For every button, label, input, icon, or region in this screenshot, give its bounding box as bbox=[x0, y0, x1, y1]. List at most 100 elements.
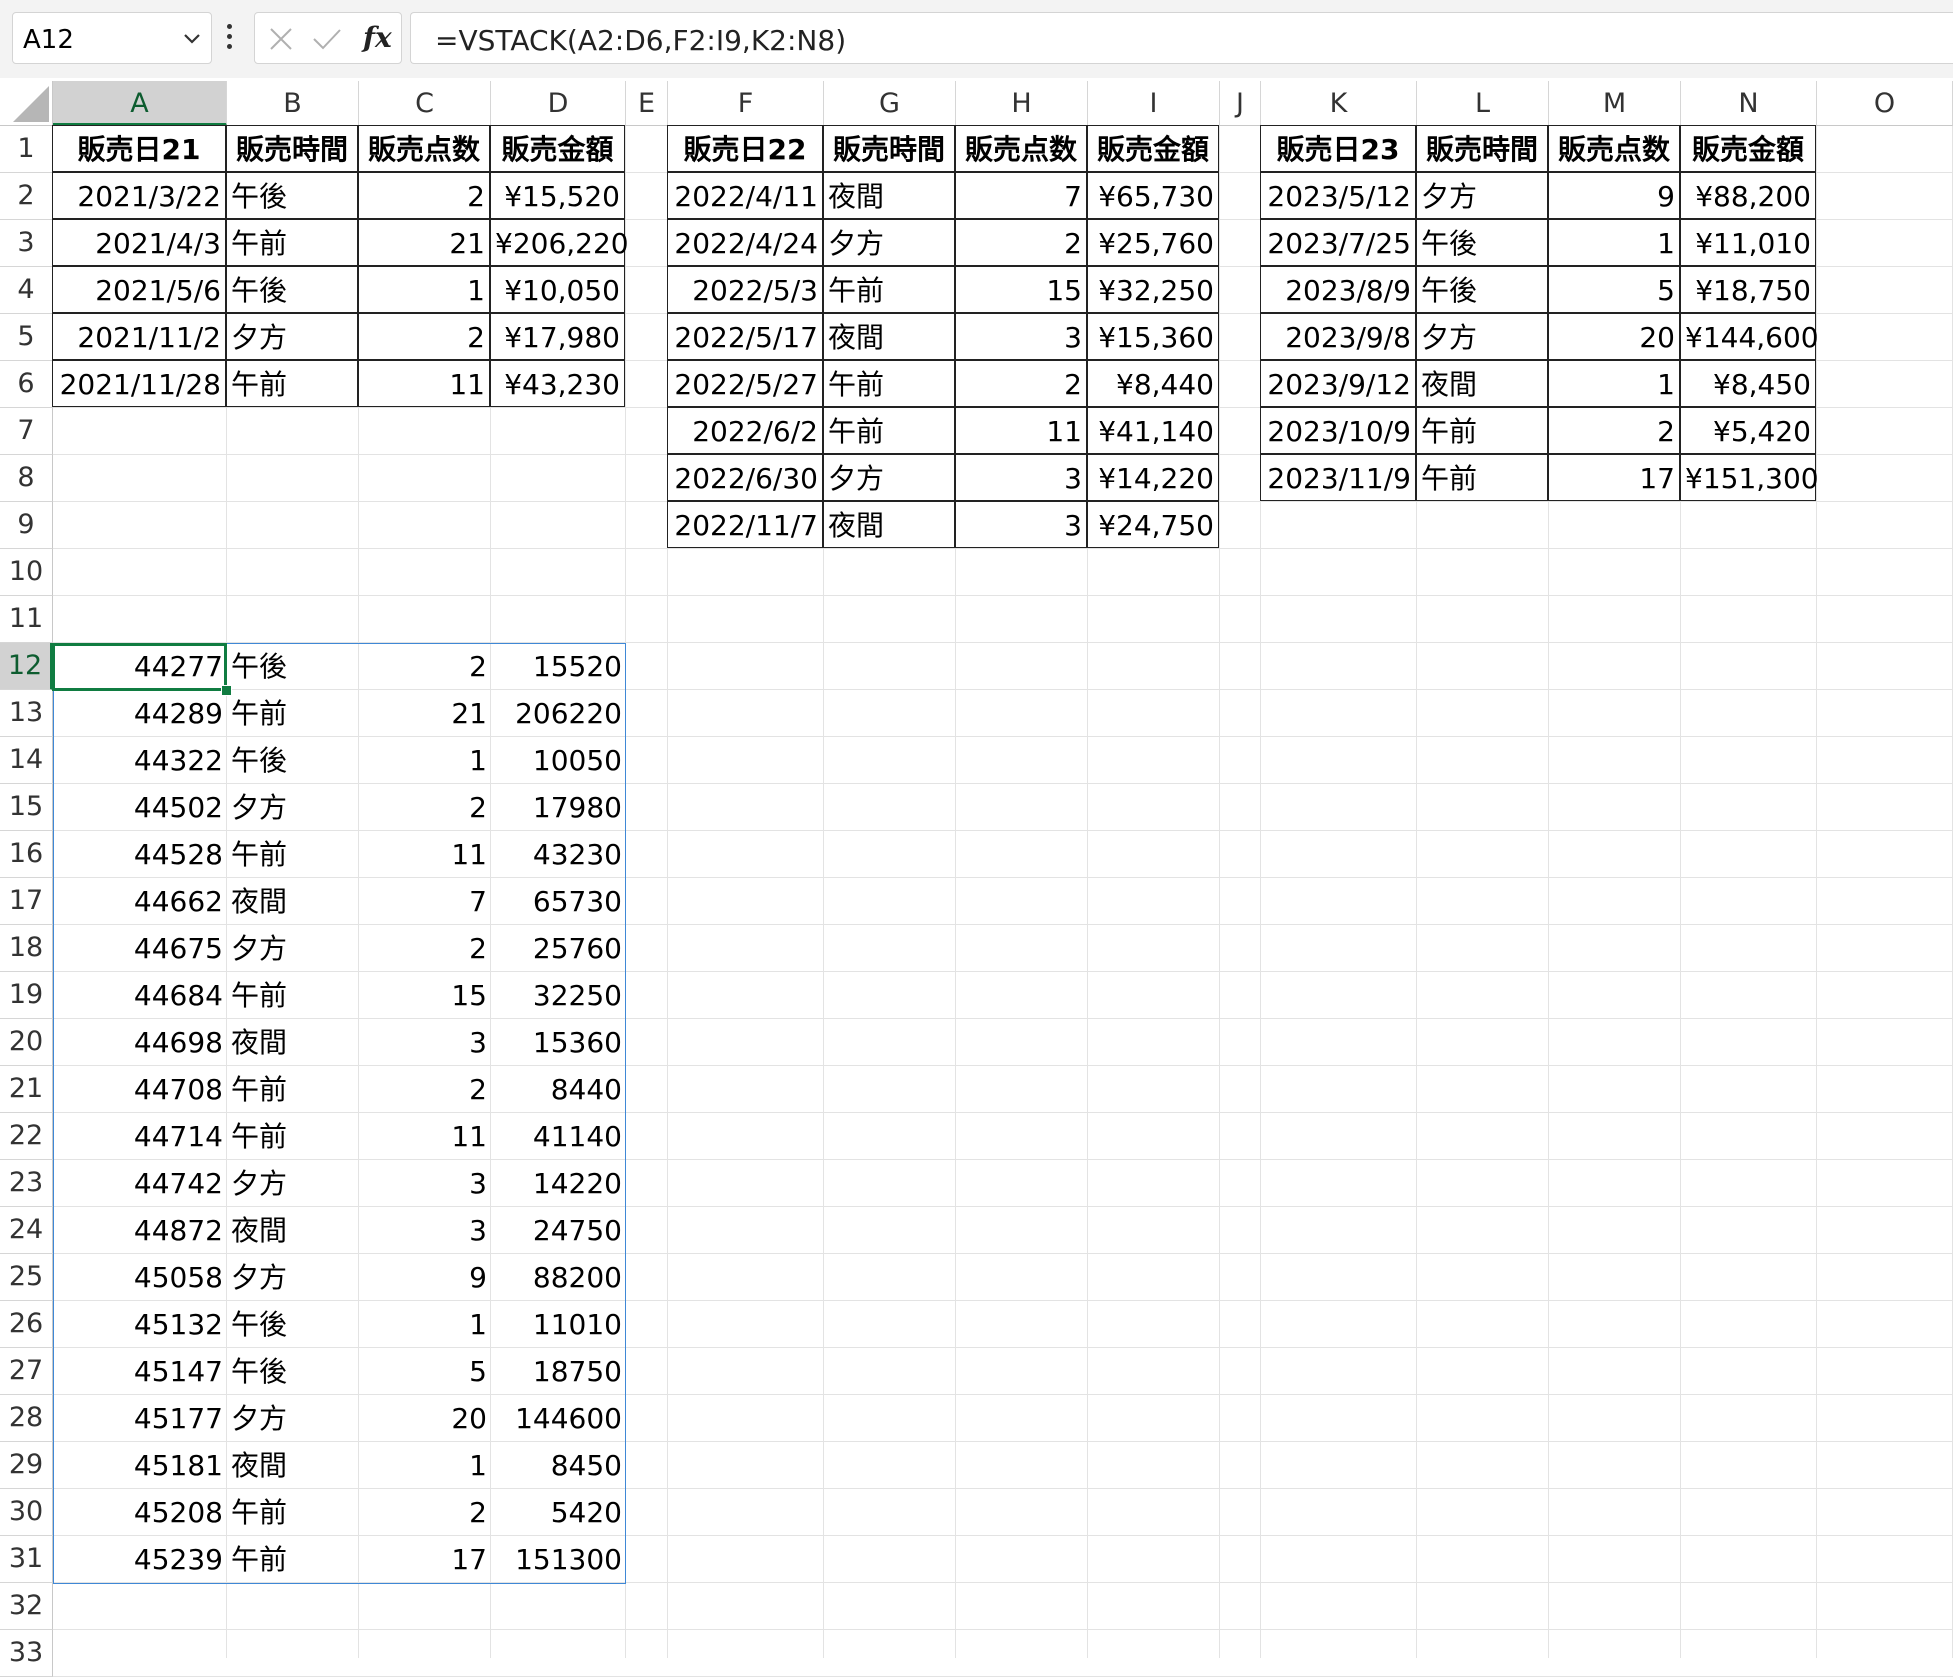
spill-cell[interactable]: 7 bbox=[359, 878, 491, 925]
spill-cell[interactable]: 午後 bbox=[227, 643, 359, 690]
table22-cell[interactable]: ¥24,750 bbox=[1087, 501, 1219, 548]
table23-cell[interactable]: 午後 bbox=[1416, 219, 1548, 266]
table21-cell[interactable]: 1 bbox=[358, 266, 490, 313]
spill-cell[interactable]: 2 bbox=[359, 1489, 491, 1536]
spill-cell[interactable]: 144600 bbox=[491, 1395, 626, 1442]
column-header-N[interactable]: N bbox=[1681, 81, 1817, 126]
spill-cell[interactable]: 17 bbox=[359, 1536, 491, 1583]
spill-cell[interactable]: 43230 bbox=[491, 831, 626, 878]
insert-function-icon[interactable]: fx bbox=[363, 21, 392, 54]
table23-cell[interactable]: 2 bbox=[1548, 407, 1680, 454]
fill-handle[interactable] bbox=[221, 685, 232, 696]
spill-cell[interactable]: 45239 bbox=[53, 1536, 227, 1583]
spill-cell[interactable]: 夕方 bbox=[227, 925, 359, 972]
table23-cell[interactable]: 2023/10/9 bbox=[1260, 407, 1416, 454]
spill-cell[interactable]: 3 bbox=[359, 1207, 491, 1254]
column-header-F[interactable]: F bbox=[668, 81, 824, 126]
table23-cell[interactable]: ¥144,600 bbox=[1680, 313, 1819, 360]
enter-check-icon[interactable] bbox=[311, 25, 343, 53]
spill-cell[interactable]: 45147 bbox=[53, 1348, 227, 1395]
table21-cell[interactable]: 2021/11/2 bbox=[52, 313, 226, 360]
table21-cell[interactable]: 2 bbox=[358, 172, 490, 219]
spill-cell[interactable]: 44502 bbox=[53, 784, 227, 831]
table23-cell[interactable]: 午後 bbox=[1416, 266, 1548, 313]
table21-cell[interactable]: 午前 bbox=[226, 219, 358, 266]
spill-cell[interactable]: 午前 bbox=[227, 1113, 359, 1160]
column-header-H[interactable]: H bbox=[956, 81, 1088, 126]
spill-cell[interactable]: 夕方 bbox=[227, 1254, 359, 1301]
row-header-2[interactable]: 2 bbox=[0, 173, 53, 220]
chevron-down-icon[interactable] bbox=[181, 27, 203, 49]
table21-cell[interactable]: ¥43,230 bbox=[490, 360, 625, 407]
spill-cell[interactable]: 5 bbox=[359, 1348, 491, 1395]
row-header-7[interactable]: 7 bbox=[0, 408, 53, 455]
spill-cell[interactable]: 10050 bbox=[491, 737, 626, 784]
name-box[interactable]: A12 bbox=[12, 12, 212, 64]
table23-cell[interactable]: 2023/8/9 bbox=[1260, 266, 1416, 313]
table22-cell[interactable]: 夜間 bbox=[823, 501, 955, 548]
column-header-M[interactable]: M bbox=[1549, 81, 1681, 126]
spill-cell[interactable]: 夜間 bbox=[227, 1019, 359, 1066]
row-header-3[interactable]: 3 bbox=[0, 220, 53, 267]
table21-cell[interactable]: 午後 bbox=[226, 172, 358, 219]
spill-cell[interactable]: 1 bbox=[359, 1442, 491, 1489]
spill-cell[interactable]: 15360 bbox=[491, 1019, 626, 1066]
table23-cell[interactable]: 2023/9/12 bbox=[1260, 360, 1416, 407]
table21-cell[interactable]: 夕方 bbox=[226, 313, 358, 360]
column-header-L[interactable]: L bbox=[1417, 81, 1549, 126]
row-header-25[interactable]: 25 bbox=[0, 1254, 53, 1301]
spill-cell[interactable]: 25760 bbox=[491, 925, 626, 972]
spill-cell[interactable]: 44289 bbox=[53, 690, 227, 737]
column-header-K[interactable]: K bbox=[1261, 81, 1417, 126]
table22-cell[interactable]: 2022/5/17 bbox=[667, 313, 823, 360]
spill-cell[interactable]: 2 bbox=[359, 643, 491, 690]
table23-cell[interactable]: 9 bbox=[1548, 172, 1680, 219]
select-all-corner[interactable] bbox=[0, 81, 53, 126]
table23-header-cell[interactable]: 販売金額 bbox=[1680, 125, 1816, 172]
table22-cell[interactable]: 夜間 bbox=[823, 172, 955, 219]
row-header-11[interactable]: 11 bbox=[0, 596, 53, 643]
table22-cell[interactable]: 夜間 bbox=[823, 313, 955, 360]
spill-cell[interactable]: 午前 bbox=[227, 1536, 359, 1583]
spill-cell[interactable]: 11 bbox=[359, 831, 491, 878]
spill-cell[interactable]: 15520 bbox=[491, 643, 626, 690]
spill-cell[interactable]: 44684 bbox=[53, 972, 227, 1019]
row-header-33[interactable]: 33 bbox=[0, 1630, 53, 1677]
table21-cell[interactable]: 2 bbox=[358, 313, 490, 360]
spill-cell[interactable]: 午前 bbox=[227, 690, 359, 737]
table23-cell[interactable]: 2023/11/9 bbox=[1260, 454, 1416, 501]
table22-cell[interactable]: ¥25,760 bbox=[1087, 219, 1219, 266]
table22-cell[interactable]: 7 bbox=[955, 172, 1087, 219]
row-header-20[interactable]: 20 bbox=[0, 1019, 53, 1066]
row-header-5[interactable]: 5 bbox=[0, 314, 53, 361]
spill-cell[interactable]: 21 bbox=[359, 690, 491, 737]
spill-cell[interactable]: 20 bbox=[359, 1395, 491, 1442]
row-header-27[interactable]: 27 bbox=[0, 1348, 53, 1395]
table23-cell[interactable]: ¥18,750 bbox=[1680, 266, 1816, 313]
table22-cell[interactable]: ¥41,140 bbox=[1087, 407, 1219, 454]
row-header-16[interactable]: 16 bbox=[0, 831, 53, 878]
table21-cell[interactable]: 2021/3/22 bbox=[52, 172, 226, 219]
table22-cell[interactable]: 11 bbox=[955, 407, 1087, 454]
table23-cell[interactable]: 午前 bbox=[1416, 454, 1548, 501]
table23-cell[interactable]: 20 bbox=[1548, 313, 1680, 360]
table22-cell[interactable]: 3 bbox=[955, 313, 1087, 360]
column-header-B[interactable]: B bbox=[227, 81, 359, 126]
table22-cell[interactable]: 2 bbox=[955, 360, 1087, 407]
spill-cell[interactable]: 45181 bbox=[53, 1442, 227, 1489]
spill-cell[interactable]: 夜間 bbox=[227, 878, 359, 925]
table23-cell[interactable]: 2023/5/12 bbox=[1260, 172, 1416, 219]
spill-cell[interactable]: 3 bbox=[359, 1019, 491, 1066]
spill-cell[interactable]: 44872 bbox=[53, 1207, 227, 1254]
table23-cell[interactable]: ¥5,420 bbox=[1680, 407, 1816, 454]
more-options-icon[interactable] bbox=[226, 24, 234, 54]
table22-cell[interactable]: ¥15,360 bbox=[1087, 313, 1219, 360]
table23-header-cell[interactable]: 販売点数 bbox=[1548, 125, 1680, 172]
spill-cell[interactable]: 11010 bbox=[491, 1301, 626, 1348]
table22-cell[interactable]: 2022/6/30 bbox=[667, 454, 823, 501]
table21-header-cell[interactable]: 販売金額 bbox=[490, 125, 625, 172]
spill-cell[interactable]: 午後 bbox=[227, 737, 359, 784]
table22-header-cell[interactable]: 販売日22 bbox=[667, 125, 823, 172]
spill-cell[interactable]: 44322 bbox=[53, 737, 227, 784]
table23-cell[interactable]: ¥11,010 bbox=[1680, 219, 1816, 266]
